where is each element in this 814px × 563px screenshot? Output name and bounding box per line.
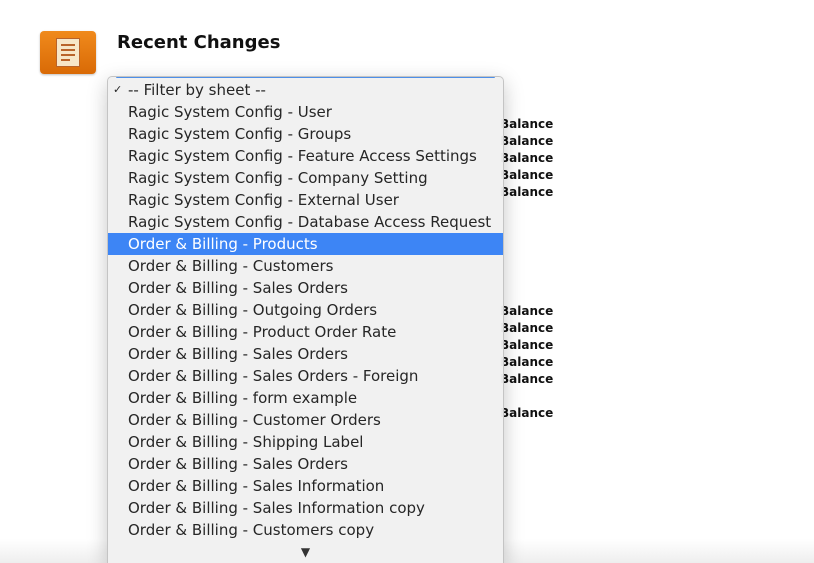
option-shipping-label[interactable]: Order & Billing - Shipping Label <box>108 431 503 453</box>
page-title: Recent Changes <box>117 32 281 53</box>
option-customer-orders[interactable]: Order & Billing - Customer Orders <box>108 409 503 431</box>
list-item: Balance <box>500 185 554 199</box>
option-label: -- Filter by sheet -- <box>128 81 266 99</box>
option-outgoing-orders[interactable]: Order & Billing - Outgoing Orders <box>108 299 503 321</box>
option-ragic-user[interactable]: Ragic System Config - User <box>108 101 503 123</box>
option-products-selected[interactable]: Order & Billing - Products <box>108 233 503 255</box>
option-customers[interactable]: Order & Billing - Customers <box>108 255 503 277</box>
background-list-bottom: Balance <box>500 405 560 422</box>
list-item: Balance <box>500 151 554 165</box>
option-sales-information[interactable]: Order & Billing - Sales Information <box>108 475 503 497</box>
option-ragic-external-user[interactable]: Ragic System Config - External User <box>108 189 503 211</box>
scroll-down-arrow-icon[interactable]: ▼ <box>108 545 503 559</box>
option-sales-orders-2[interactable]: Order & Billing - Sales Orders <box>108 343 503 365</box>
list-item: Balance <box>500 304 554 318</box>
background-list-top: Balance Balance Balance Balance Balance <box>500 116 560 201</box>
option-customers-copy[interactable]: Order & Billing - Customers copy <box>108 519 503 541</box>
list-item: Balance <box>500 338 554 352</box>
list-item: Balance <box>500 406 554 420</box>
list-item: Balance <box>500 355 554 369</box>
option-ragic-feature-access[interactable]: Ragic System Config - Feature Access Set… <box>108 145 503 167</box>
option-ragic-company-setting[interactable]: Ragic System Config - Company Setting <box>108 167 503 189</box>
option-filter-by-sheet[interactable]: ✓ -- Filter by sheet -- <box>108 79 503 101</box>
sheet-filter-dropdown[interactable]: ✓ -- Filter by sheet -- Ragic System Con… <box>107 76 504 563</box>
list-item: Balance <box>500 134 554 148</box>
sheet-document-icon <box>40 31 96 74</box>
dropdown-focus-border <box>116 77 495 78</box>
check-icon: ✓ <box>113 83 123 96</box>
option-product-order-rate[interactable]: Order & Billing - Product Order Rate <box>108 321 503 343</box>
list-item: Balance <box>500 321 554 335</box>
option-sales-orders[interactable]: Order & Billing - Sales Orders <box>108 277 503 299</box>
background-list-middle: Balance Balance Balance Balance Balance <box>500 303 560 388</box>
option-sales-orders-foreign[interactable]: Order & Billing - Sales Orders - Foreign <box>108 365 503 387</box>
list-item: Balance <box>500 372 554 386</box>
option-sales-orders-3[interactable]: Order & Billing - Sales Orders <box>108 453 503 475</box>
option-ragic-groups[interactable]: Ragic System Config - Groups <box>108 123 503 145</box>
option-sales-information-copy[interactable]: Order & Billing - Sales Information copy <box>108 497 503 519</box>
dropdown-options: ✓ -- Filter by sheet -- Ragic System Con… <box>108 79 503 541</box>
option-form-example[interactable]: Order & Billing - form example <box>108 387 503 409</box>
list-item: Balance <box>500 168 554 182</box>
list-item: Balance <box>500 117 554 131</box>
option-ragic-database-access[interactable]: Ragic System Config - Database Access Re… <box>108 211 503 233</box>
